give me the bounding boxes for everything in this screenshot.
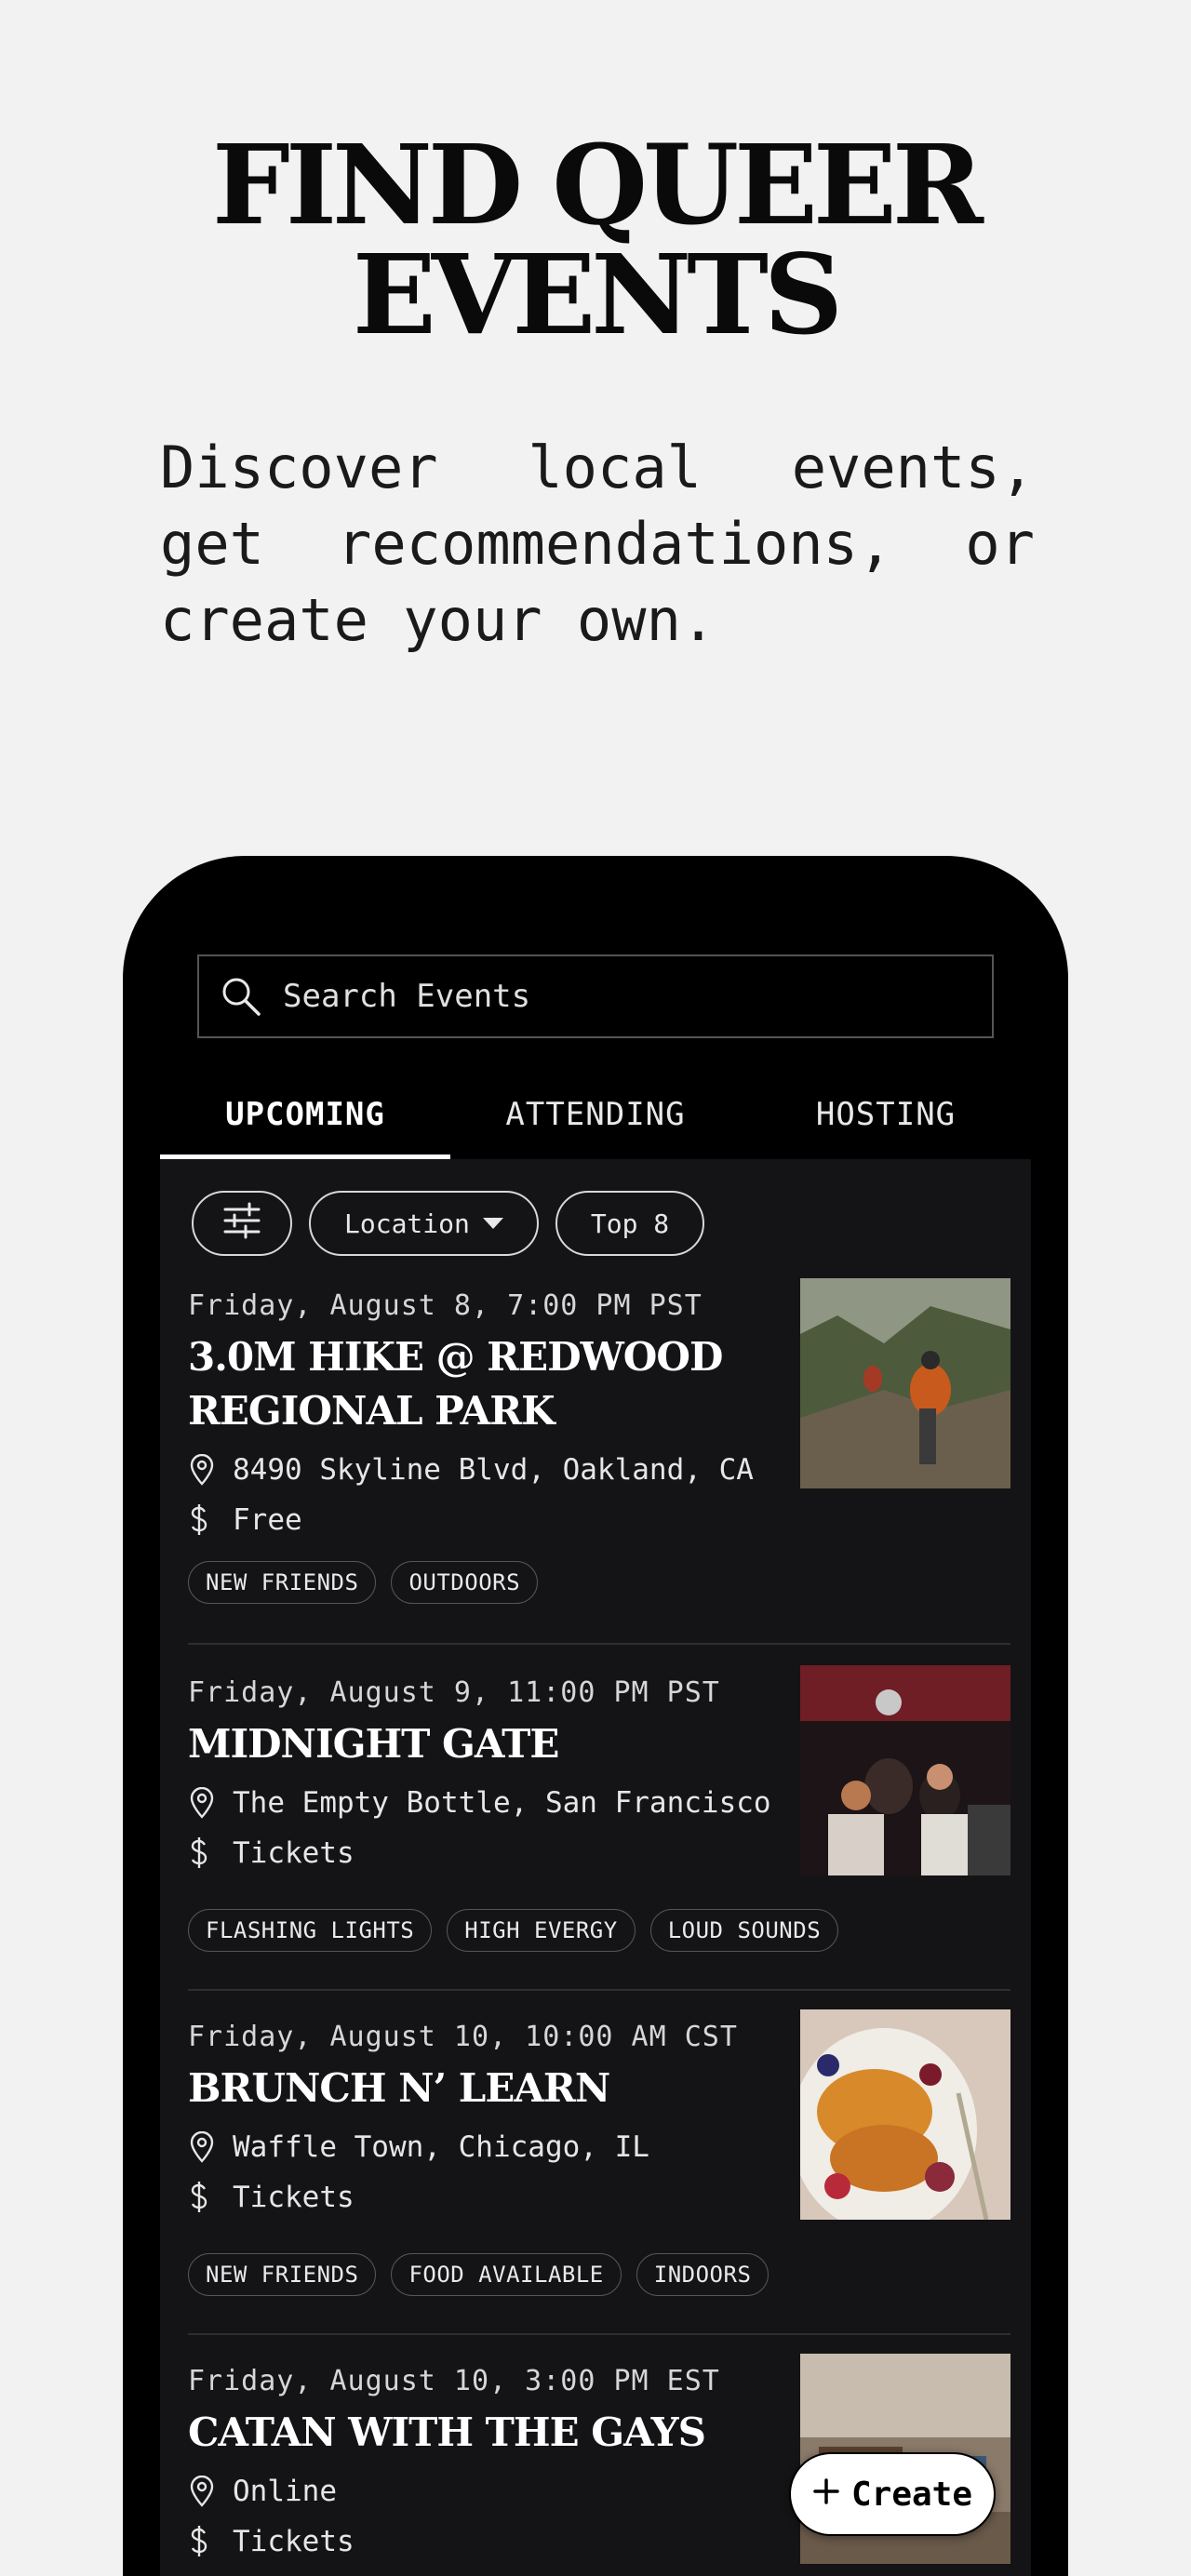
- event-title[interactable]: 3.0M HIKE @ REDWOOD REGIONAL PARK: [188, 1330, 765, 1438]
- divider: [188, 2333, 1010, 2335]
- event-price: Tickets: [188, 2181, 355, 2214]
- event-date: Friday, August 10, 10:00 AM CST: [188, 2021, 738, 2053]
- event-price: Tickets: [188, 1836, 355, 1870]
- event-title[interactable]: MIDNIGHT GATE: [188, 1717, 765, 1771]
- tag: INDOORS: [636, 2253, 769, 2296]
- event-location: Waffle Town, Chicago, IL: [188, 2130, 649, 2164]
- event-location: Online: [188, 2475, 337, 2508]
- event-price-text: Free: [233, 1503, 302, 1537]
- plus-icon: [812, 2476, 840, 2514]
- event-date: Friday, August 9, 11:00 PM PST: [188, 1676, 720, 1709]
- location-dropdown-label: Location: [344, 1208, 470, 1239]
- search-bar[interactable]: [197, 954, 994, 1038]
- tag: HIGH EVERGY: [447, 1909, 636, 1952]
- event-card[interactable]: Friday, August 9, 11:00 PM PST MIDNIGHT …: [188, 1665, 1010, 1955]
- event-card[interactable]: Friday, August 8, 7:00 PM PST 3.0M HIKE …: [188, 1278, 1010, 1604]
- event-date: Friday, August 10, 3:00 PM EST: [188, 2365, 720, 2397]
- event-title[interactable]: BRUNCH N’ LEARN: [188, 2062, 765, 2116]
- event-location-text: 8490 Skyline Blvd, Oakland, CA: [233, 1453, 754, 1487]
- search-input[interactable]: [283, 956, 992, 1036]
- event-price-text: Tickets: [233, 2181, 355, 2214]
- event-tags: NEW FRIENDS OUTDOORS: [188, 1561, 539, 1604]
- event-image: [800, 2009, 1010, 2220]
- tag: LOUD SOUNDS: [649, 1909, 839, 1952]
- tag: NEW FRIENDS: [188, 1561, 377, 1604]
- tag: FOOD AVAILABLE: [391, 2253, 622, 2296]
- tab-attending[interactable]: ATTENDING: [450, 1070, 741, 1159]
- location-dropdown[interactable]: Location: [309, 1191, 539, 1256]
- event-location: 8490 Skyline Blvd, Oakland, CA: [188, 1453, 754, 1487]
- map-pin-icon: [188, 1787, 233, 1819]
- event-location-text: Waffle Town, Chicago, IL: [233, 2130, 649, 2164]
- dollar-icon: [188, 1503, 233, 1537]
- tag: OUTDOORS: [391, 1561, 539, 1604]
- map-pin-icon: [188, 2476, 233, 2507]
- event-location: The Empty Bottle, San Francisco: [188, 1786, 771, 1820]
- event-location-text: The Empty Bottle, San Francisco: [233, 1786, 771, 1820]
- map-pin-icon: [188, 1454, 233, 1486]
- event-card[interactable]: Friday, August 10, 10:00 AM CST BRUNCH N…: [188, 2009, 1010, 2300]
- event-image: [800, 1278, 1010, 1488]
- tag: FLASHING LIGHTS: [188, 1909, 433, 1952]
- event-price: Tickets: [188, 2525, 355, 2558]
- hero-title: FIND QUEER EVENTS: [0, 130, 1191, 350]
- event-list: Location Top 8 Friday, August 8, 7:00 PM…: [160, 1159, 1031, 2576]
- divider: [188, 1643, 1010, 1645]
- filter-button[interactable]: [192, 1191, 292, 1256]
- map-pin-icon: [188, 2131, 233, 2163]
- event-tags: FLASHING LIGHTS HIGH EVERGY LOUD SOUNDS: [188, 1909, 839, 1952]
- create-button-label: Create: [850, 2475, 973, 2514]
- event-tags: NEW FRIENDS FOOD AVAILABLE INDOORS: [188, 2253, 769, 2296]
- hero-subtitle: Discover local events, get recommendatio…: [160, 434, 1035, 654]
- dollar-icon: [188, 2181, 233, 2214]
- tag: NEW FRIENDS: [188, 2253, 377, 2296]
- event-price-text: Tickets: [233, 1836, 355, 1870]
- event-image: [800, 1665, 1010, 1875]
- event-title[interactable]: CATAN WITH THE GAYS: [188, 2406, 765, 2460]
- tab-upcoming[interactable]: UPCOMING: [160, 1070, 450, 1159]
- top-filter-button[interactable]: Top 8: [555, 1191, 705, 1256]
- event-location-text: Online: [233, 2475, 337, 2508]
- phone-mockup: UPCOMING ATTENDING HOSTING Location: [123, 856, 1068, 2576]
- tab-bar: UPCOMING ATTENDING HOSTING: [160, 1070, 1031, 1159]
- sliders-icon: [221, 1202, 262, 1246]
- dollar-icon: [188, 2525, 233, 2558]
- filter-row: Location Top 8: [192, 1191, 705, 1256]
- hero-title-line2: EVENTS: [352, 230, 843, 359]
- dollar-icon: [188, 1836, 233, 1870]
- divider: [188, 1989, 1010, 1991]
- chevron-down-icon: [482, 1218, 503, 1229]
- event-price: Free: [188, 1503, 302, 1537]
- event-price-text: Tickets: [233, 2525, 355, 2558]
- top-filter-label: Top 8: [590, 1208, 670, 1239]
- search-icon: [199, 956, 283, 1036]
- event-date: Friday, August 8, 7:00 PM PST: [188, 1289, 703, 1322]
- create-button[interactable]: Create: [789, 2452, 996, 2536]
- tab-hosting[interactable]: HOSTING: [741, 1070, 1031, 1159]
